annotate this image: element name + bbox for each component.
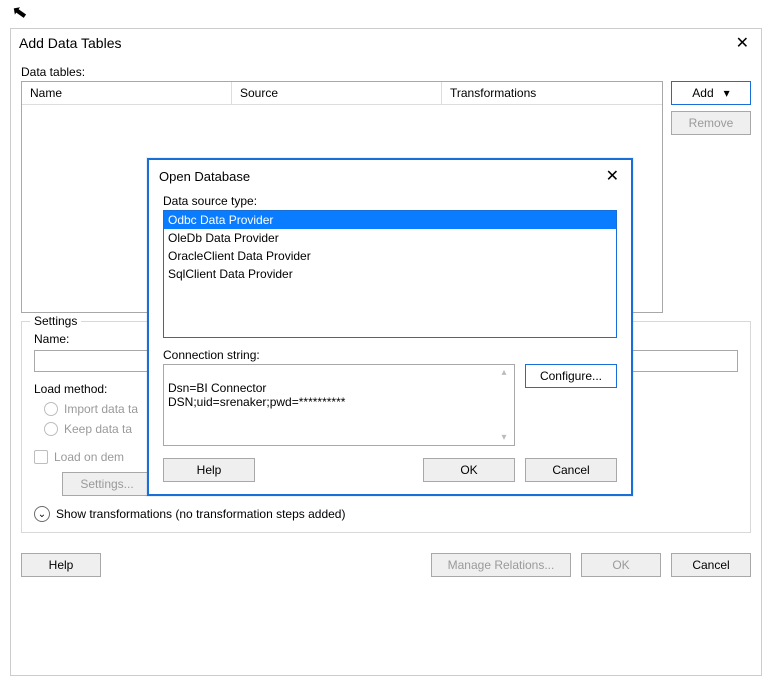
- radio-icon: [44, 402, 58, 416]
- checkbox-icon: [34, 450, 48, 464]
- modal-ok-button[interactable]: OK: [423, 458, 515, 482]
- close-icon[interactable]: ✕: [732, 33, 753, 53]
- manage-relations-button: Manage Relations...: [431, 553, 571, 577]
- data-source-type-list[interactable]: Odbc Data Provider OleDb Data Provider O…: [163, 210, 617, 338]
- data-tables-label: Data tables:: [21, 65, 751, 79]
- modal-titlebar: Open Database ✕: [149, 160, 631, 194]
- table-header: Name Source Transformations: [22, 82, 662, 105]
- list-item-sqlclient[interactable]: SqlClient Data Provider: [164, 265, 616, 283]
- load-method-label: Load method:: [34, 382, 134, 396]
- modal-help-button[interactable]: Help: [163, 458, 255, 482]
- caret-down-icon: ▾: [724, 86, 730, 100]
- data-source-type-label: Data source type:: [163, 194, 617, 208]
- cancel-button[interactable]: Cancel: [671, 553, 751, 577]
- settings-legend: Settings: [30, 314, 81, 328]
- scrollbar[interactable]: ▴▾: [496, 367, 512, 443]
- list-item-oracle[interactable]: OracleClient Data Provider: [164, 247, 616, 265]
- dialog-title: Add Data Tables: [19, 35, 121, 51]
- ondemand-settings-button: Settings...: [62, 472, 152, 496]
- dialog-footer: Help Manage Relations... OK Cancel: [11, 543, 761, 587]
- list-item-odbc[interactable]: Odbc Data Provider: [164, 211, 616, 229]
- connection-string-label: Connection string:: [163, 348, 617, 362]
- radio-icon: [44, 422, 58, 436]
- show-transformations-toggle[interactable]: ⌄ Show transformations (no transformatio…: [34, 506, 738, 522]
- close-icon[interactable]: ✕: [602, 166, 623, 186]
- col-name[interactable]: Name: [22, 82, 232, 104]
- titlebar: Add Data Tables ✕: [11, 29, 761, 61]
- open-database-dialog: Open Database ✕ Data source type: Odbc D…: [147, 158, 633, 496]
- name-label: Name:: [34, 332, 134, 346]
- connection-string-input[interactable]: Dsn=BI Connector DSN;uid=srenaker;pwd=**…: [163, 364, 515, 446]
- configure-button[interactable]: Configure...: [525, 364, 617, 388]
- list-item-oledb[interactable]: OleDb Data Provider: [164, 229, 616, 247]
- remove-button: Remove: [671, 111, 751, 135]
- cursor-icon: ⬉: [10, 1, 29, 24]
- ok-button: OK: [581, 553, 661, 577]
- modal-cancel-button[interactable]: Cancel: [525, 458, 617, 482]
- modal-title: Open Database: [159, 169, 250, 184]
- chevron-down-icon: ⌄: [34, 506, 50, 522]
- help-button[interactable]: Help: [21, 553, 101, 577]
- col-transformations[interactable]: Transformations: [442, 82, 662, 104]
- add-button[interactable]: Add ▾: [671, 81, 751, 105]
- col-source[interactable]: Source: [232, 82, 442, 104]
